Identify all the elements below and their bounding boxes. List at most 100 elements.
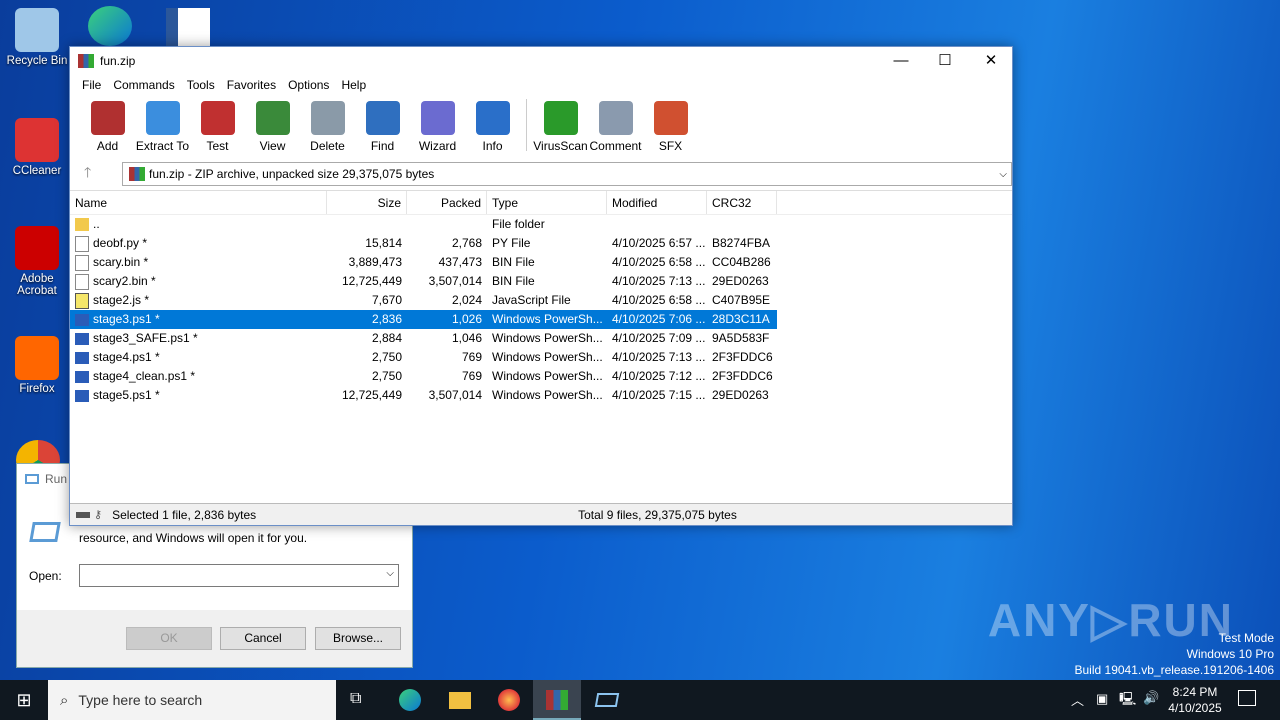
info-icon	[475, 101, 510, 135]
cell-packed: 769	[461, 369, 482, 383]
window-title: fun.zip	[100, 54, 136, 68]
file-row[interactable]: stage4_clean.ps1 * 2,750 769 Windows PowerS…	[70, 367, 1012, 386]
wizard-button[interactable]: Wizard	[410, 99, 465, 153]
js-icon	[75, 292, 89, 309]
chevron-up-icon[interactable]: ︿	[1071, 690, 1084, 709]
winrar-taskbar-icon[interactable]	[533, 680, 581, 720]
up-arrow-icon[interactable]: 🡑	[84, 162, 91, 186]
virusscan-button[interactable]: VirusScan	[533, 99, 588, 153]
file-row[interactable]: deobf.py * 15,814 2,768 PY File 4/10/2025 6:…	[70, 234, 1012, 253]
task-view-icon[interactable]: ⧉	[350, 690, 361, 708]
menu-bar: File Commands Tools Favorites Options Help	[70, 75, 1012, 95]
toolbar-label: Find	[370, 139, 395, 153]
start-button[interactable]: ⊞	[0, 680, 48, 720]
delete-button[interactable]: Delete	[300, 99, 355, 153]
comment-button[interactable]: Comment	[588, 99, 643, 153]
cell-name: scary2.bin *	[70, 272, 327, 291]
maximize-button[interactable]: ☐	[922, 47, 968, 75]
menu-file[interactable]: File	[76, 78, 107, 92]
file-row[interactable]: stage3.ps1 * 2,836 1,026 Windows PowerSh...…	[70, 310, 777, 329]
edge-desktop-icon[interactable]	[88, 6, 132, 46]
list-header: Name Size Packed Type Modified CRC32	[70, 191, 1012, 215]
cell-type: JavaScript File	[492, 293, 571, 307]
chevron-down-icon[interactable]: ⌵	[386, 568, 394, 579]
word-desktop-icon[interactable]	[166, 8, 210, 48]
run-taskbar-icon[interactable]	[594, 693, 620, 707]
volume-icon[interactable]: 🔊	[1143, 690, 1159, 706]
menu-options[interactable]: Options	[282, 78, 335, 92]
file-name: scary2.bin *	[93, 274, 156, 288]
file-row[interactable]: stage2.js * 7,670 2,024 JavaScript File 4/10…	[70, 291, 1012, 310]
cell-name: stage3.ps1 *	[70, 310, 327, 329]
clock[interactable]: 8:24 PM 4/10/2025	[1165, 684, 1225, 716]
ps-icon	[75, 389, 89, 402]
file-row[interactable]: .. File folder	[70, 215, 1012, 234]
cell-type: Windows PowerSh...	[492, 331, 603, 345]
desktop-icon-recycle-bin[interactable]: Recycle Bin	[4, 8, 70, 67]
column-header-modified[interactable]: Modified	[607, 191, 707, 214]
network-icon[interactable]: 🖳	[1119, 690, 1136, 712]
close-button[interactable]: ✕	[968, 47, 1014, 75]
edge-taskbar-icon[interactable]	[399, 689, 421, 711]
open-combobox[interactable]: ⌵	[79, 564, 399, 587]
find-button[interactable]: Find	[355, 99, 410, 153]
status-left: Selected 1 file, 2,836 bytes	[112, 507, 257, 522]
cell-size	[327, 215, 407, 234]
desktop-icon-ccleaner[interactable]: CCleaner	[4, 118, 70, 177]
cell-modified: 4/10/2025 6:58 ...	[612, 255, 706, 269]
sfx-icon	[653, 101, 688, 135]
info-button[interactable]: Info	[465, 99, 520, 153]
cell-packed: 2,768	[451, 236, 482, 250]
cell-crc: 9A5D583F	[712, 331, 770, 345]
notification-icon[interactable]	[1238, 690, 1256, 706]
desktop-icon-firefox[interactable]: Firefox	[4, 336, 70, 395]
date: 4/10/2025	[1168, 701, 1222, 715]
cancel-button[interactable]: Cancel	[220, 627, 306, 650]
chevron-down-icon[interactable]: ⌵	[999, 169, 1007, 180]
cell-name: stage2.js *	[70, 291, 327, 310]
menu-favorites[interactable]: Favorites	[221, 78, 282, 92]
file-row[interactable]: scary2.bin * 12,725,449 3,507,014 BIN File 4…	[70, 272, 1012, 291]
column-header-type[interactable]: Type	[487, 191, 607, 214]
file-name: stage4_clean.ps1 *	[93, 369, 196, 383]
firefox-taskbar-icon[interactable]	[498, 689, 520, 711]
search-box[interactable]: ⌕ Type here to search	[48, 680, 336, 720]
menu-commands[interactable]: Commands	[107, 78, 180, 92]
bug-icon	[543, 101, 578, 135]
test-button[interactable]: Test	[190, 99, 245, 153]
build-text: Build 19041.vb_release.191206-1406	[1074, 663, 1275, 677]
extract-to-button[interactable]: Extract To	[135, 99, 190, 153]
ps-icon	[75, 313, 89, 326]
file-row[interactable]: stage5.ps1 * 12,725,449 3,507,014 Windows P…	[70, 386, 1012, 405]
column-header-crc32[interactable]: CRC32	[707, 191, 777, 214]
address-combobox[interactable]: fun.zip - ZIP archive, unpacked size 29,…	[122, 162, 1012, 186]
toolbar-separator	[526, 99, 527, 151]
sfx-button[interactable]: SFX	[643, 99, 698, 153]
minimize-button[interactable]: —	[878, 47, 924, 75]
menu-help[interactable]: Help	[335, 78, 372, 92]
cell-packed: 1,026	[451, 312, 482, 326]
toolbar-label: Comment	[589, 139, 642, 153]
meet-icon[interactable]: ▣	[1096, 691, 1108, 707]
desktop-icon-adobe-acrobat[interactable]: Adobe Acrobat	[4, 226, 70, 297]
menu-tools[interactable]: Tools	[181, 78, 221, 92]
cell-crc: CC04B286	[712, 255, 771, 269]
ok-button[interactable]: OK	[126, 627, 212, 650]
cell-modified: 4/10/2025 7:09 ...	[612, 331, 706, 345]
column-header-name[interactable]: Name	[70, 191, 327, 214]
browse-button[interactable]: Browse...	[315, 627, 401, 650]
file-row[interactable]: scary.bin * 3,889,473 437,473 BIN File 4/10/…	[70, 253, 1012, 272]
cell-modified: 4/10/2025 7:13 ...	[612, 350, 706, 364]
column-header-size[interactable]: Size	[327, 191, 407, 214]
file-row[interactable]: stage4.ps1 * 2,750 769 Windows PowerSh... 4/…	[70, 348, 1012, 367]
file-row[interactable]: stage3_SAFE.ps1 * 2,884 1,046 Windows Power…	[70, 329, 1012, 348]
cell-name: stage4_clean.ps1 *	[70, 367, 327, 386]
add-button[interactable]: Add	[80, 99, 135, 153]
magnifier-icon	[365, 101, 400, 135]
explorer-taskbar-icon[interactable]	[449, 692, 471, 709]
view-button[interactable]: View	[245, 99, 300, 153]
cell-crc: 29ED0263	[712, 388, 769, 402]
checklist-icon	[200, 101, 235, 135]
comment-icon	[598, 101, 633, 135]
column-header-packed[interactable]: Packed	[407, 191, 487, 214]
